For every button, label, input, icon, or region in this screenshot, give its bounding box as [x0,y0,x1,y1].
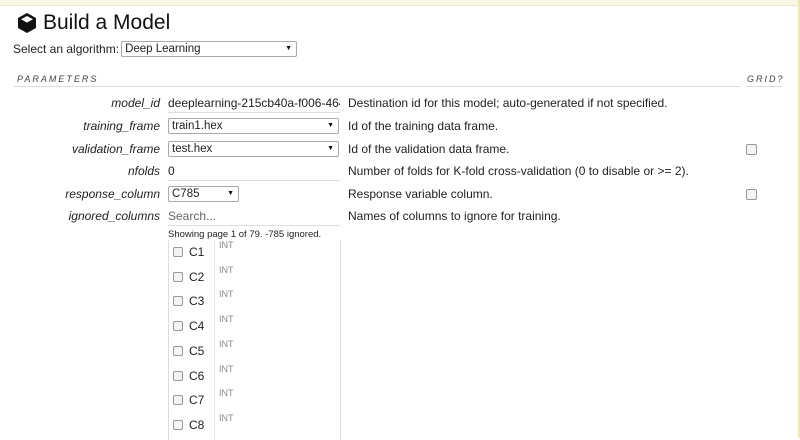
page-header: Build a Model [17,11,170,35]
column-type: INT [219,264,234,275]
dropdown-arrow-icon: ▼ [227,190,234,197]
ignored-columns-description: Names of columns to ignore for training. [348,209,561,223]
section-divider [13,86,741,87]
validation-frame-description: Id of the validation data frame. [348,142,510,156]
validation-frame-select[interactable]: test.hex ▼ [168,141,339,157]
validation-frame-grid-checkbox[interactable] [746,144,757,155]
algorithm-select-value: Deep Learning [125,43,201,55]
grid-column-label: GRID? [747,74,785,84]
column-name: C3 [189,294,205,309]
nfolds-label: nfolds [127,164,160,178]
ignored-columns-search-input[interactable]: Search... [168,209,216,223]
column-checkbox[interactable] [173,370,183,381]
ignored-columns-label: ignored_columns [68,209,160,223]
algorithm-label: Select an algorithm: [13,42,120,56]
column-type: INT [219,289,234,300]
list-item[interactable]: C6 INT [169,364,340,388]
column-name: C5 [189,343,205,358]
column-checkbox[interactable] [173,395,183,406]
ignored-columns-list: C1 INT C2 INT C3 INT C4 INT C5 INT C6 IN… [168,240,341,440]
column-checkbox[interactable] [173,247,183,257]
nfolds-description: Number of folds for K-fold cross-validat… [348,164,689,178]
page-title: Build a Model [43,11,171,34]
column-name: C1 [189,245,205,259]
response-column-description: Response variable column. [348,187,493,201]
model-id-input[interactable]: deeplearning-215cb40a-f006-464 [168,96,340,110]
list-item[interactable]: C4 INT [169,314,340,338]
algorithm-select[interactable]: Deep Learning ▼ [121,41,298,57]
response-column-value: C785 [172,188,200,200]
training-frame-select[interactable]: train1.hex ▼ [168,118,339,134]
column-checkbox[interactable] [173,296,183,307]
training-frame-value: train1.hex [172,120,223,132]
model-id-label: model_id [111,96,160,110]
algorithm-row: Select an algorithm: Deep Learning ▼ [13,41,298,57]
list-item[interactable]: C5 INT [169,339,340,363]
column-checkbox[interactable] [173,321,183,332]
column-name: C2 [189,269,205,284]
column-checkbox[interactable] [173,419,183,430]
response-column-select[interactable]: C785 ▼ [168,186,239,202]
model-id-description: Destination id for this model; auto-gene… [348,96,668,110]
nfolds-input[interactable]: 0 [168,164,340,178]
cube-icon [18,13,36,33]
column-type: INT [219,363,234,374]
parameters-section-label: PARAMETERS [17,74,99,84]
model-id-underline [168,112,340,113]
column-name: C4 [189,319,205,334]
top-border [0,0,800,6]
list-item[interactable]: C8 INT [169,413,340,437]
validation-frame-label: validation_frame [71,142,160,156]
ignored-columns-page-info: Showing page 1 of 79. -785 ignored. [168,229,322,240]
column-type: INT [219,388,234,399]
dropdown-arrow-icon: ▼ [285,45,293,52]
training-frame-label: training_frame [83,119,160,133]
training-frame-description: Id of the training data frame. [348,119,499,133]
column-type: INT [219,338,234,349]
column-name: C6 [189,368,205,383]
nfolds-underline [168,180,340,181]
validation-frame-value: test.hex [172,143,213,155]
list-item[interactable]: C3 INT [169,289,340,313]
list-item[interactable]: C7 INT [169,388,340,412]
column-name: C7 [189,393,205,408]
response-column-label: response_column [65,187,160,201]
response-column-grid-checkbox[interactable] [746,189,757,200]
dropdown-arrow-icon: ▼ [327,122,334,129]
list-item[interactable]: C1 INT [169,240,340,264]
dropdown-arrow-icon: ▼ [327,145,334,152]
list-item[interactable]: C2 INT [169,265,340,289]
column-type: INT [219,240,234,250]
column-type: INT [219,314,234,325]
column-type: INT [219,412,234,423]
search-underline [168,225,340,226]
column-checkbox[interactable] [173,345,183,356]
grid-divider [746,86,782,87]
column-checkbox[interactable] [173,271,183,282]
column-name: C8 [189,417,205,432]
